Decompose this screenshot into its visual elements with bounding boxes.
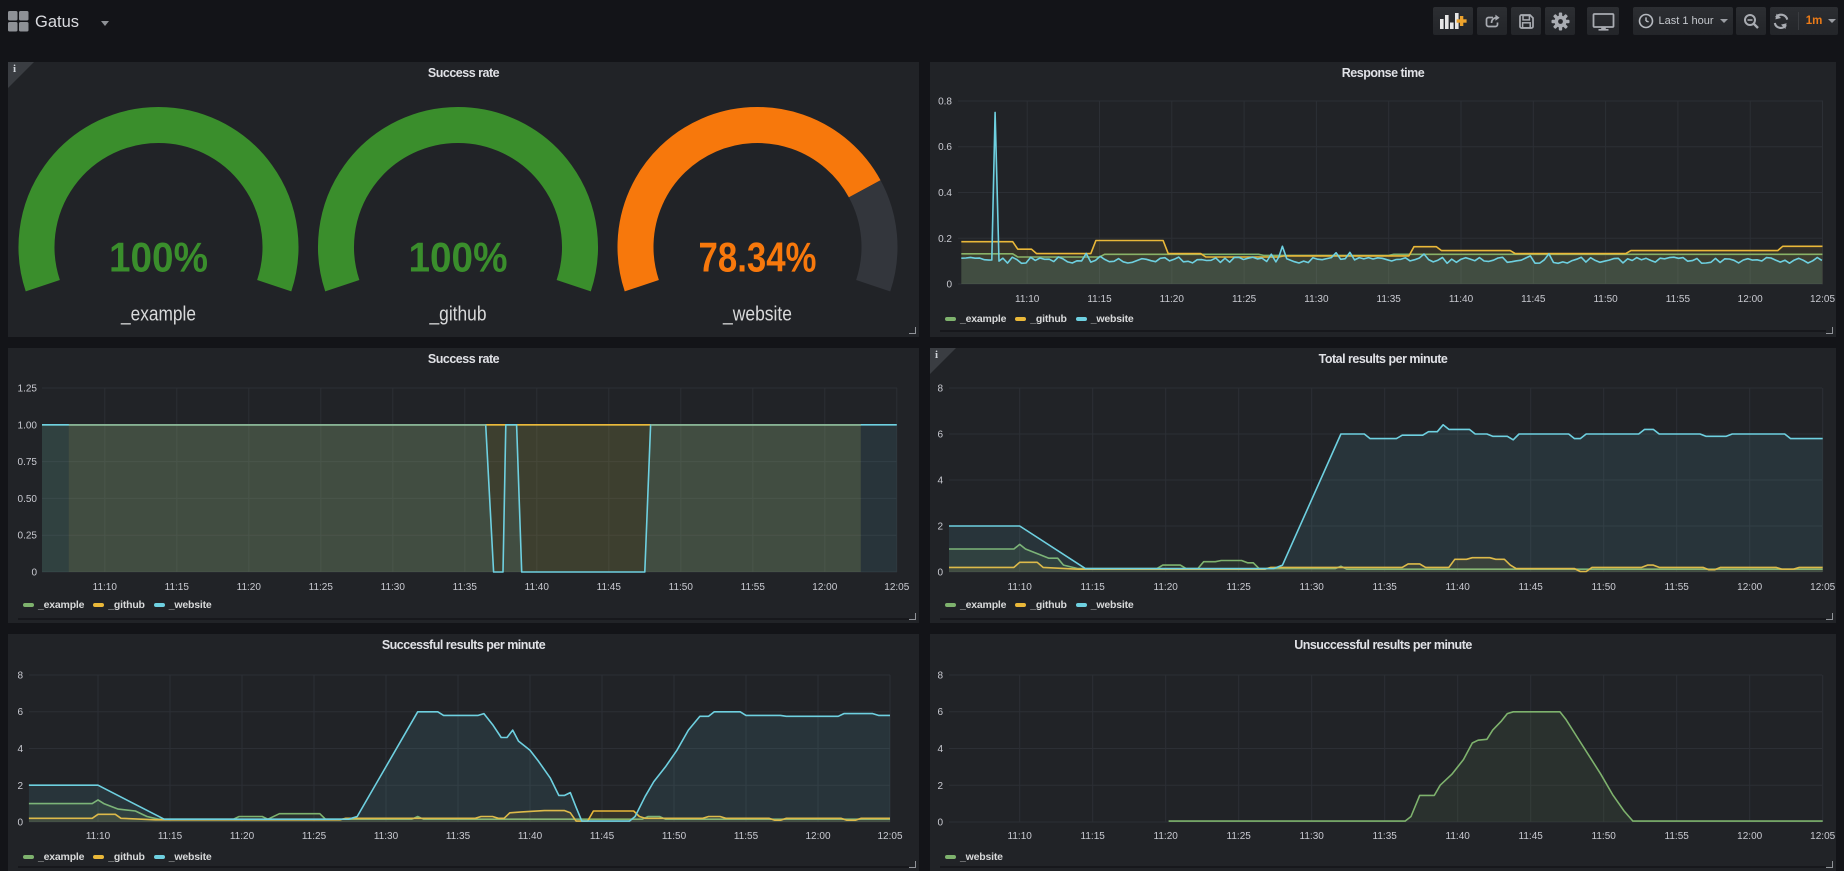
svg-text:11:30: 11:30: [1300, 831, 1325, 842]
svg-text:11:45: 11:45: [1519, 582, 1544, 593]
svg-text:0.25: 0.25: [18, 531, 38, 542]
svg-text:11:20: 11:20: [1154, 582, 1179, 593]
svg-text:11:15: 11:15: [1081, 831, 1106, 842]
svg-text:11:35: 11:35: [1373, 582, 1398, 593]
svg-text:11:10: 11:10: [86, 831, 111, 842]
svg-text:_website: _website: [722, 304, 792, 326]
svg-text:6: 6: [17, 707, 23, 718]
svg-text:11:10: 11:10: [93, 582, 118, 593]
svg-text:11:15: 11:15: [1081, 582, 1106, 593]
svg-text:11:40: 11:40: [1449, 294, 1474, 305]
svg-text:12:00: 12:00: [1737, 831, 1762, 842]
svg-text:6: 6: [937, 430, 943, 441]
svg-text:11:45: 11:45: [1519, 831, 1544, 842]
svg-text:8: 8: [937, 671, 943, 682]
svg-text:11:50: 11:50: [662, 831, 687, 842]
svg-text:0: 0: [31, 568, 37, 579]
svg-text:12:05: 12:05: [1810, 294, 1835, 305]
svg-text:4: 4: [937, 744, 943, 755]
svg-text:11:25: 11:25: [1227, 831, 1252, 842]
svg-text:_github: _github: [429, 304, 487, 326]
svg-text:11:30: 11:30: [1304, 294, 1329, 305]
svg-text:1.25: 1.25: [18, 384, 38, 395]
svg-text:11:40: 11:40: [525, 582, 550, 593]
svg-text:12:05: 12:05: [1810, 582, 1835, 593]
svg-text:11:25: 11:25: [302, 831, 327, 842]
svg-text:11:30: 11:30: [381, 582, 406, 593]
svg-text:11:50: 11:50: [1592, 831, 1617, 842]
svg-text:11:50: 11:50: [669, 582, 694, 593]
svg-text:12:00: 12:00: [812, 582, 837, 593]
svg-text:0: 0: [937, 818, 943, 829]
svg-text:11:30: 11:30: [1300, 582, 1325, 593]
svg-text:11:40: 11:40: [518, 831, 543, 842]
svg-text:12:00: 12:00: [1738, 294, 1763, 305]
svg-text:11:30: 11:30: [374, 831, 399, 842]
svg-text:11:45: 11:45: [1521, 294, 1546, 305]
svg-text:8: 8: [17, 671, 23, 682]
svg-text:11:20: 11:20: [1160, 294, 1185, 305]
svg-text:11:40: 11:40: [1446, 582, 1471, 593]
svg-text:11:10: 11:10: [1008, 831, 1033, 842]
svg-text:12:05: 12:05: [1810, 831, 1835, 842]
svg-text:78.34%: 78.34%: [699, 234, 817, 281]
svg-text:0: 0: [937, 568, 943, 579]
svg-text:11:55: 11:55: [1665, 831, 1690, 842]
svg-text:1.00: 1.00: [18, 420, 38, 431]
svg-text:2: 2: [17, 781, 23, 792]
svg-text:4: 4: [17, 744, 23, 755]
svg-text:11:50: 11:50: [1592, 582, 1617, 593]
svg-text:11:25: 11:25: [1232, 294, 1257, 305]
svg-text:100%: 100%: [109, 234, 208, 281]
svg-text:0.75: 0.75: [18, 457, 38, 468]
svg-text:2: 2: [937, 781, 943, 792]
svg-text:12:05: 12:05: [884, 582, 909, 593]
svg-text:11:25: 11:25: [309, 582, 334, 593]
svg-text:0.2: 0.2: [938, 234, 952, 245]
svg-text:11:55: 11:55: [1666, 294, 1691, 305]
svg-text:11:20: 11:20: [237, 582, 262, 593]
svg-text:11:55: 11:55: [1665, 582, 1690, 593]
svg-text:0: 0: [17, 818, 23, 829]
svg-text:11:45: 11:45: [590, 831, 615, 842]
svg-text:11:10: 11:10: [1015, 294, 1040, 305]
svg-text:6: 6: [937, 707, 943, 718]
svg-text:11:15: 11:15: [158, 831, 183, 842]
svg-text:0: 0: [946, 280, 952, 291]
svg-text:11:55: 11:55: [741, 582, 766, 593]
svg-text:0.4: 0.4: [938, 188, 952, 199]
svg-text:11:40: 11:40: [1446, 831, 1471, 842]
svg-text:100%: 100%: [409, 234, 508, 281]
svg-text:_example: _example: [120, 304, 196, 326]
svg-text:0.50: 0.50: [18, 494, 38, 505]
svg-text:11:10: 11:10: [1008, 582, 1033, 593]
svg-text:11:50: 11:50: [1593, 294, 1618, 305]
svg-text:11:55: 11:55: [734, 831, 759, 842]
svg-text:4: 4: [937, 476, 943, 487]
svg-text:11:15: 11:15: [1087, 294, 1112, 305]
svg-text:11:35: 11:35: [453, 582, 478, 593]
svg-text:11:20: 11:20: [1154, 831, 1179, 842]
svg-text:12:00: 12:00: [1737, 582, 1762, 593]
svg-text:2: 2: [937, 522, 943, 533]
svg-text:11:35: 11:35: [1373, 831, 1398, 842]
svg-text:12:05: 12:05: [877, 831, 902, 842]
svg-text:11:35: 11:35: [1377, 294, 1402, 305]
svg-text:11:25: 11:25: [1227, 582, 1252, 593]
svg-text:11:20: 11:20: [230, 831, 255, 842]
svg-text:11:15: 11:15: [165, 582, 190, 593]
svg-text:0.6: 0.6: [938, 142, 952, 153]
svg-text:0.8: 0.8: [938, 97, 952, 108]
svg-text:8: 8: [937, 384, 943, 395]
svg-text:11:35: 11:35: [446, 831, 471, 842]
svg-text:11:45: 11:45: [597, 582, 622, 593]
svg-text:12:00: 12:00: [805, 831, 830, 842]
